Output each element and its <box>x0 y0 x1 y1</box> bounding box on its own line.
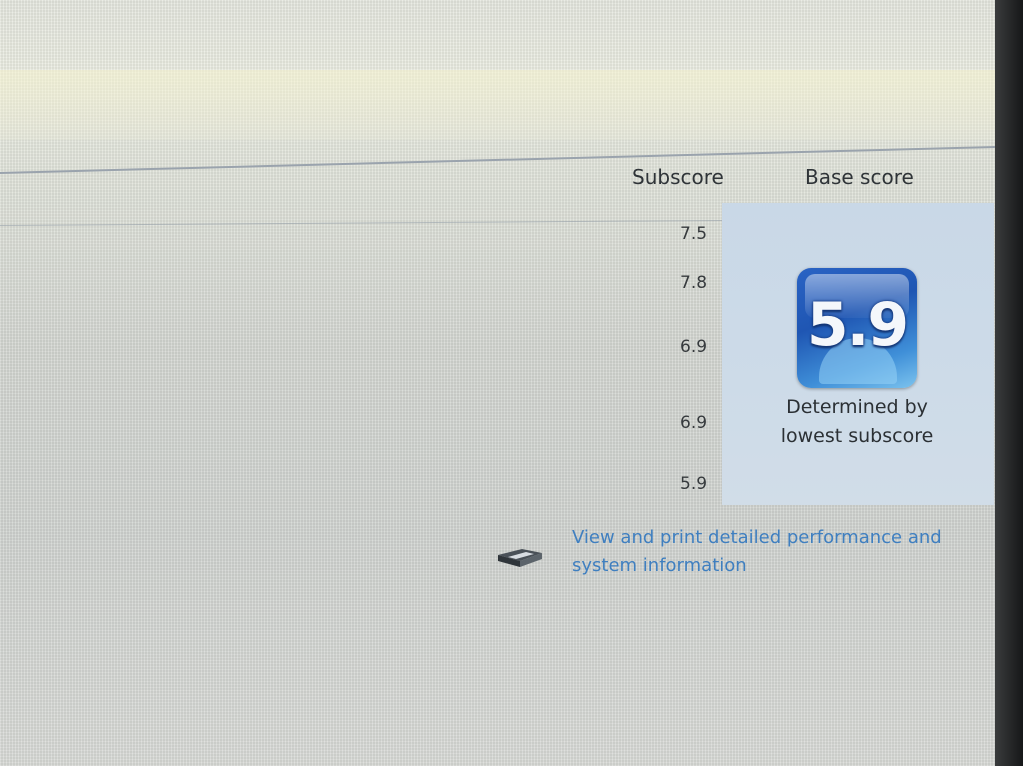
header-band <box>0 70 1000 140</box>
subscore-column-header: Subscore <box>632 165 724 189</box>
printer-icon[interactable] <box>492 543 546 573</box>
view-print-details-link[interactable]: View and print detailed performance and … <box>572 524 992 580</box>
base-score-note-line1: Determined by <box>786 396 928 418</box>
monitor-bezel <box>995 0 1023 766</box>
base-score-note: Determined by lowest subscore <box>752 393 962 451</box>
row-divider <box>0 219 725 226</box>
base-score-value: 5.9 <box>806 290 909 360</box>
subscore-gaming-graphics: 6.9 <box>680 413 708 433</box>
subscore-hard-disk: 5.9 <box>680 474 708 494</box>
subscore-processor: 7.5 <box>680 224 708 244</box>
subscore-graphics: 6.9 <box>680 337 708 357</box>
base-score-column-header: Base score <box>805 165 914 189</box>
subscore-memory: 7.8 <box>680 273 708 293</box>
base-score-note-line2: lowest subscore <box>780 425 934 447</box>
base-score-badge: 5.9 <box>797 268 917 388</box>
